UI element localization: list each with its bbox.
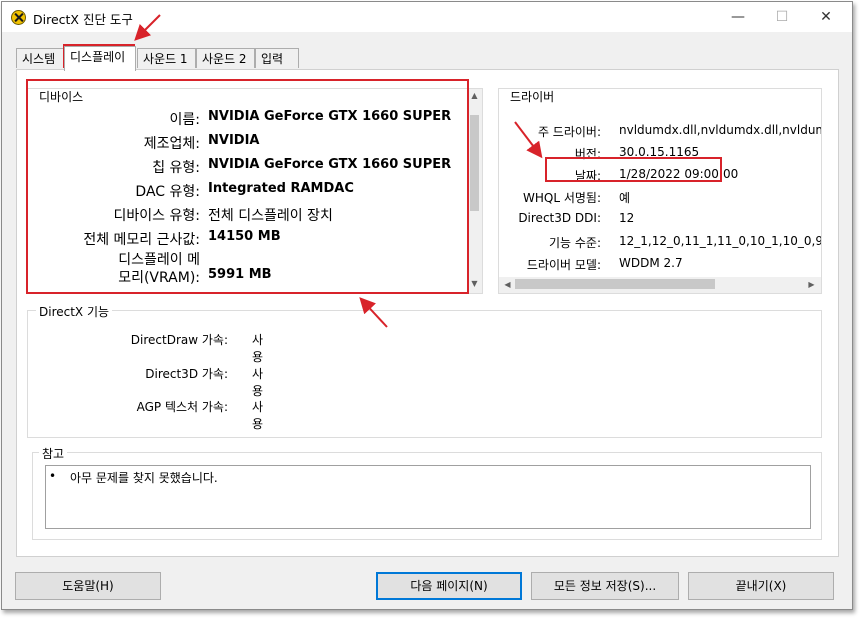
annotation-arrows xyxy=(134,14,543,328)
arrow-to-device-box xyxy=(359,297,388,328)
arrow-to-date-box xyxy=(514,121,543,159)
tab-display[interactable]: 디스플레이 xyxy=(64,46,136,71)
arrow-to-display-tab xyxy=(134,14,161,41)
